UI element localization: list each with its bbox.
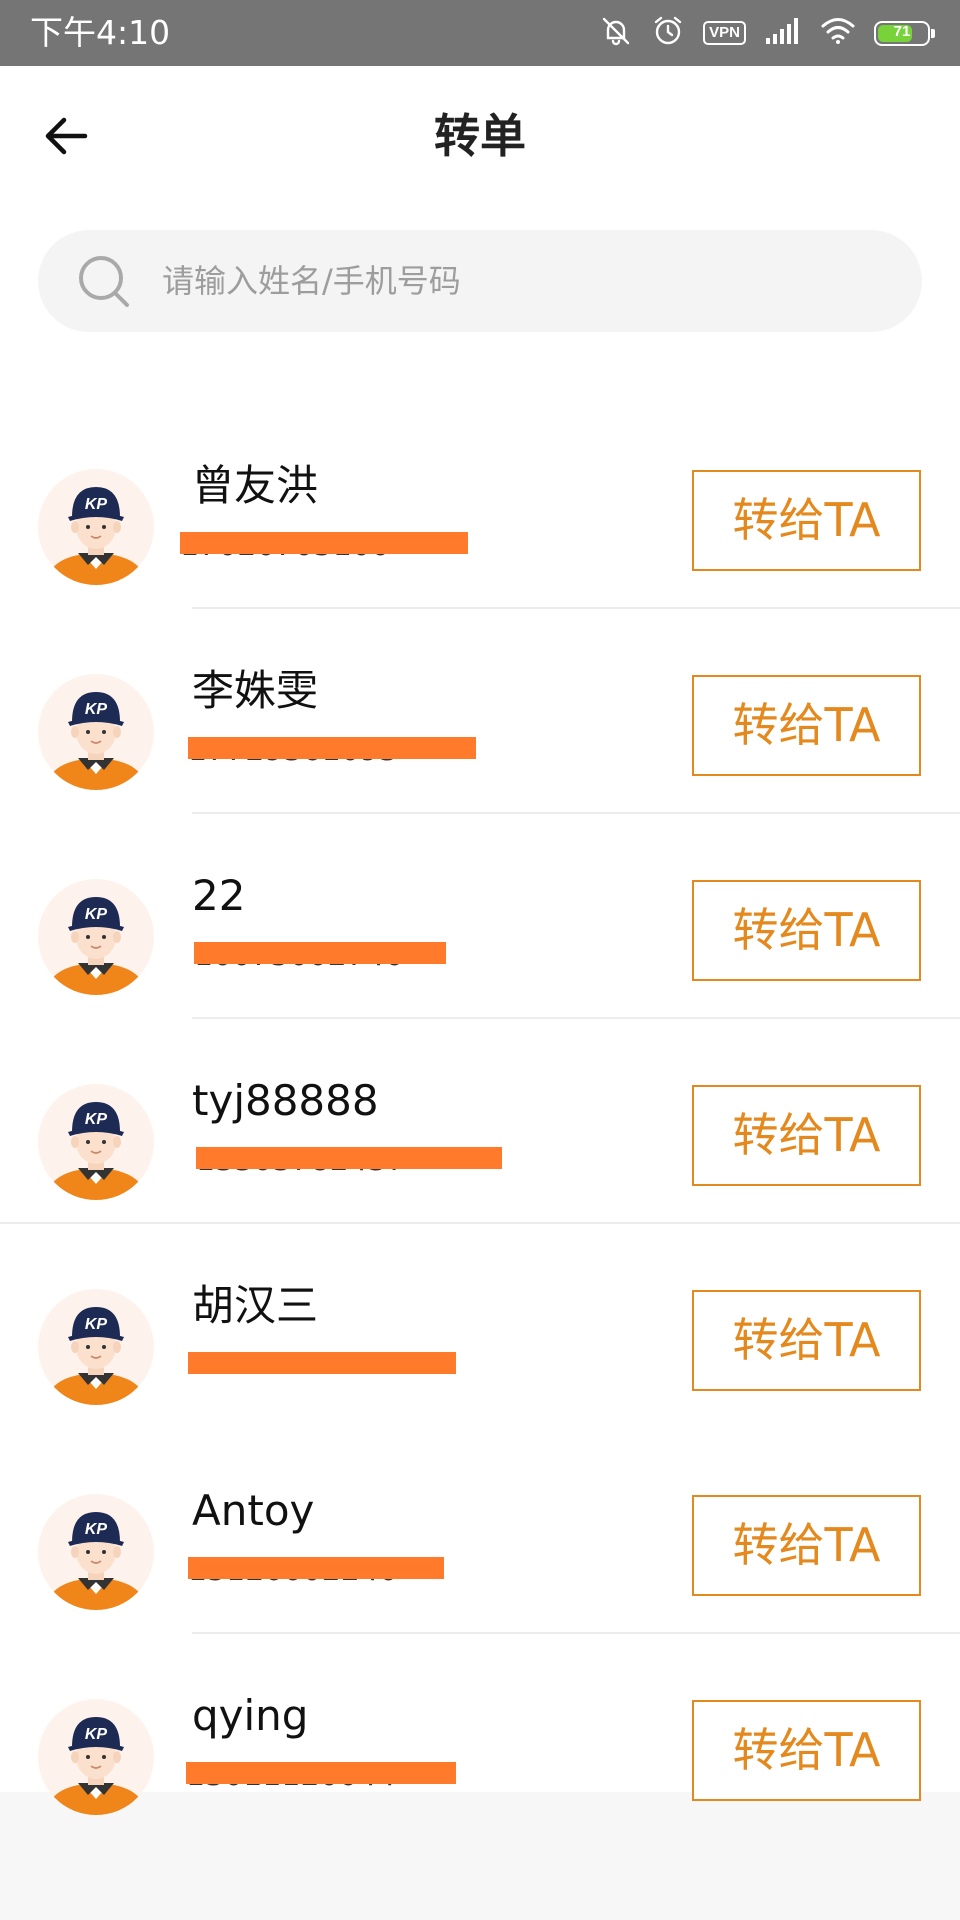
avatar: KP [38, 1084, 154, 1200]
status-bar: 下午4:10 VPN 71 [0, 0, 960, 66]
contact-phone [188, 1352, 456, 1382]
search-input[interactable] [160, 250, 922, 312]
avatar: KP [38, 879, 154, 995]
phone-redaction [188, 1352, 456, 1374]
svg-text:KP: KP [85, 1521, 108, 1538]
contact-phone: 13011120044 [186, 1762, 456, 1792]
contact-phone: 17020705100 [180, 532, 468, 562]
battery-level-text: 71 [893, 22, 911, 40]
svg-text:KP: KP [85, 1316, 108, 1333]
svg-text:KP: KP [85, 1726, 108, 1743]
avatar: KP [38, 469, 154, 585]
alarm-icon [651, 14, 685, 52]
transfer-to-button[interactable]: 转给TA [692, 1290, 921, 1391]
contact-list: KP 曾友洪 17020705100 转给TA KP 李姝雯 17729361093 转… [0, 404, 960, 1839]
wifi-icon [820, 16, 856, 50]
status-icons: VPN 71 [599, 14, 935, 52]
phone-redaction [186, 1762, 456, 1784]
transfer-to-button[interactable]: 转给TA [692, 470, 921, 571]
vpn-icon: VPN [703, 21, 746, 45]
phone-redaction [180, 532, 468, 554]
signal-icon [764, 16, 802, 50]
transfer-to-button[interactable]: 转给TA [692, 1085, 921, 1186]
contact-phone: 15120002240 [188, 1557, 444, 1587]
avatar: KP [38, 1494, 154, 1610]
avatar: KP [38, 674, 154, 790]
contact-name: 22 [192, 871, 246, 920]
contact-row: KP 曾友洪 17020705100 转给TA [0, 404, 960, 609]
svg-text:KP: KP [85, 1111, 108, 1128]
main-content: 转单 KP 曾友洪1702 [0, 66, 960, 1815]
phone-redaction [194, 942, 446, 964]
svg-text:KP: KP [85, 701, 108, 718]
back-button[interactable] [36, 106, 96, 166]
contact-row: KP tyj88888 13303782437 转给TA [0, 1019, 960, 1224]
mute-icon [599, 14, 633, 52]
transfer-to-button[interactable]: 转给TA [692, 1700, 921, 1801]
search-bar[interactable] [38, 230, 922, 332]
contact-row: KP 22 10075002740 转给TA [0, 814, 960, 1019]
page-title: 转单 [434, 109, 526, 163]
contact-phone: 13303782437 [196, 1147, 502, 1177]
arrow-left-icon [45, 117, 88, 155]
transfer-to-button[interactable]: 转给TA [692, 880, 921, 981]
contact-phone: 17729361093 [188, 737, 476, 767]
contact-name: Antoy [192, 1486, 315, 1535]
battery-icon: 71 [874, 20, 935, 46]
svg-text:KP: KP [85, 496, 108, 513]
contact-row: KP qying 13011120044 转给TA [0, 1634, 960, 1839]
contact-name: 胡汉三 [192, 1281, 319, 1330]
search-icon [79, 256, 129, 307]
header: 转单 [0, 66, 960, 206]
contact-name: 曾友洪 [192, 461, 319, 510]
phone-redaction [196, 1147, 502, 1169]
transfer-to-button[interactable]: 转给TA [692, 1495, 921, 1596]
contact-phone: 10075002740 [194, 942, 446, 972]
phone-redaction [188, 1557, 444, 1579]
svg-text:KP: KP [85, 906, 108, 923]
contact-name: qying [192, 1691, 309, 1740]
status-time: 下午4:10 [30, 13, 171, 52]
contact-row: KP 胡汉三 转给TA [0, 1224, 960, 1429]
avatar: KP [38, 1699, 154, 1815]
contact-row: KP 李姝雯 17729361093 转给TA [0, 609, 960, 814]
phone-redaction [188, 737, 476, 759]
transfer-to-button[interactable]: 转给TA [692, 675, 921, 776]
contact-name: 李姝雯 [192, 666, 319, 715]
contact-name: tyj88888 [192, 1076, 379, 1125]
contact-row: KP Antoy 15120002240 转给TA [0, 1429, 960, 1634]
avatar: KP [38, 1289, 154, 1405]
